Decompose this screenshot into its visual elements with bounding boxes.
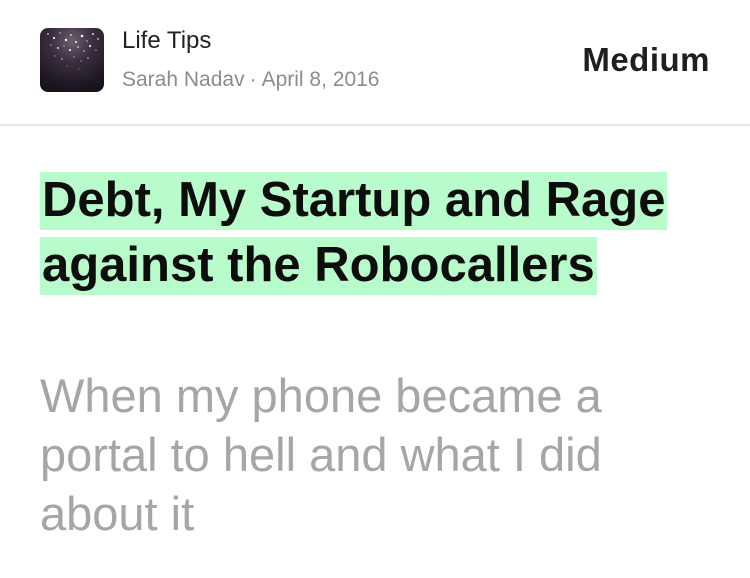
publish-date: April 8, 2016 (261, 68, 380, 91)
article-subtitle: When my phone became a portal to hell an… (40, 369, 602, 540)
medium-logo[interactable]: Medium (582, 40, 710, 80)
article-byline: Sarah Nadav · April 8, 2016 (122, 66, 380, 94)
article-title: Debt, My Startup and Rage against the Ro… (40, 168, 680, 298)
publication-name[interactable]: Life Tips (122, 26, 211, 56)
publication-avatar-icon[interactable] (40, 28, 104, 92)
author-name[interactable]: Sarah Nadav (122, 68, 245, 91)
article-title-text: Debt, My Startup and Rage against the Ro… (40, 172, 668, 295)
byline-separator: · (249, 68, 257, 91)
article-header: Life Tips Sarah Nadav · April 8, 2016 Medi… (0, 0, 750, 126)
